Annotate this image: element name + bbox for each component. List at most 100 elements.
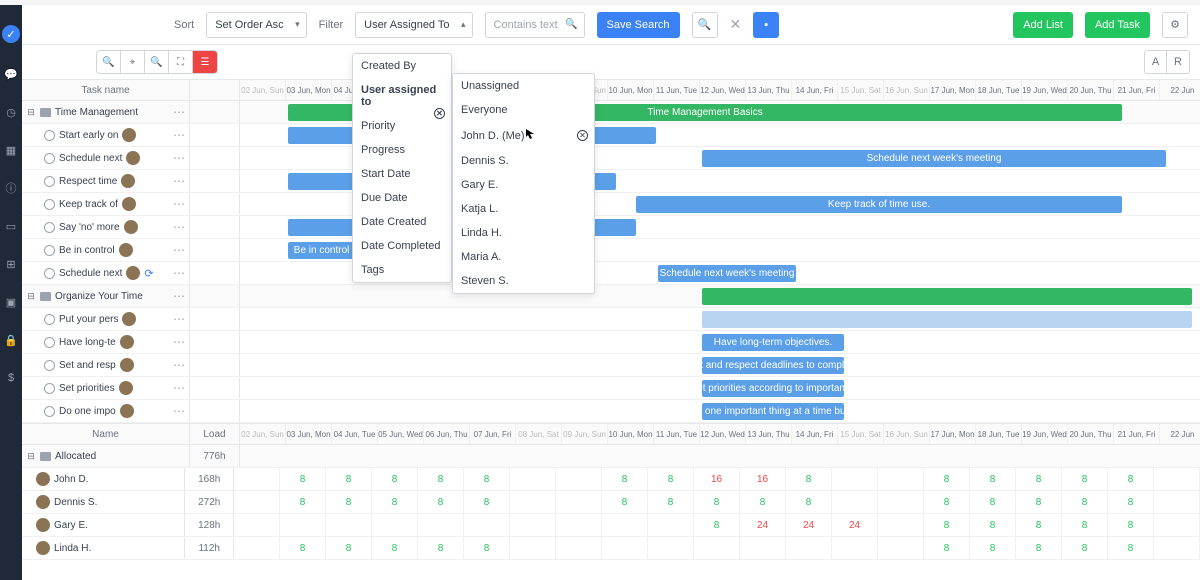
user-option[interactable]: Katja L.	[453, 197, 594, 221]
avatar[interactable]	[120, 335, 134, 349]
nav-folder-icon[interactable]: ▭	[4, 219, 18, 233]
status-circle-icon[interactable]	[44, 268, 55, 279]
nav-info-icon[interactable]: ⓘ	[4, 181, 18, 195]
nav-lock-icon[interactable]: 🔒	[4, 333, 18, 347]
avatar[interactable]	[120, 358, 134, 372]
search-toggle-icon[interactable]: 🔍	[692, 12, 718, 38]
more-icon[interactable]: ⋯	[173, 197, 185, 211]
status-circle-icon[interactable]	[44, 199, 55, 210]
avatar[interactable]	[36, 472, 50, 486]
task-bar[interactable]: Keep track of time use.	[636, 196, 1122, 213]
filter-option[interactable]: Date Completed	[353, 234, 451, 258]
status-circle-icon[interactable]	[44, 245, 55, 256]
more-icon[interactable]: ⋯	[173, 404, 185, 418]
filter-option[interactable]: Progress	[353, 138, 451, 162]
more-icon[interactable]: ⋯	[173, 220, 185, 234]
more-icon[interactable]: ⋯	[173, 128, 185, 142]
nav-check-icon[interactable]: ✓	[2, 25, 20, 43]
group-bar[interactable]	[702, 288, 1192, 305]
fullscreen-icon[interactable]: ⛶	[169, 51, 193, 73]
nav-contact-icon[interactable]: ▣	[4, 295, 18, 309]
task-bar[interactable]: Set priorities according to importance	[702, 380, 844, 397]
user-option[interactable]: John D. (Me)✕	[453, 122, 594, 149]
bookmark-icon[interactable]: ▪	[753, 12, 779, 38]
clear-option-icon[interactable]: ✕	[577, 130, 588, 141]
status-circle-icon[interactable]	[44, 176, 55, 187]
nav-calendar-icon[interactable]: ▦	[4, 143, 18, 157]
avatar[interactable]	[126, 266, 140, 280]
avatar[interactable]	[36, 541, 50, 555]
gear-icon[interactable]: ⚙	[1162, 12, 1188, 38]
search-input[interactable]: Contains text🔍	[485, 12, 585, 38]
avatar[interactable]	[122, 128, 136, 142]
user-option[interactable]: Everyone	[453, 98, 594, 122]
filter-select[interactable]: User Assigned To▴	[355, 12, 472, 38]
collapse-icon[interactable]: ⊟	[26, 451, 36, 462]
more-icon[interactable]: ⋯	[173, 266, 185, 280]
status-circle-icon[interactable]	[44, 406, 55, 417]
user-option[interactable]: Steven S.	[453, 269, 594, 293]
more-icon[interactable]: ⋯	[173, 243, 185, 257]
status-circle-icon[interactable]	[44, 222, 55, 233]
status-circle-icon[interactable]	[44, 383, 55, 394]
add-task-button[interactable]: Add Task	[1085, 12, 1150, 38]
avatar[interactable]	[122, 312, 136, 326]
avatar[interactable]	[119, 381, 133, 395]
filter-option[interactable]: User assigned to✕	[353, 78, 451, 114]
more-icon[interactable]: ⋯	[173, 381, 185, 395]
toggle-a[interactable]: A	[1145, 51, 1167, 73]
status-circle-icon[interactable]	[44, 130, 55, 141]
focus-icon[interactable]: ⌖	[121, 51, 145, 73]
status-circle-icon[interactable]	[44, 360, 55, 371]
collapse-icon[interactable]: ⊟	[26, 291, 36, 302]
status-circle-icon[interactable]	[44, 314, 55, 325]
task-bar[interactable]: Schedule next week's meeting	[658, 265, 796, 282]
avatar[interactable]	[122, 197, 136, 211]
filter-option[interactable]: Start Date	[353, 162, 451, 186]
task-bar[interactable]	[702, 311, 1192, 328]
toggle-r[interactable]: R	[1167, 51, 1189, 73]
avatar[interactable]	[36, 495, 50, 509]
avatar[interactable]	[126, 151, 140, 165]
filter-option[interactable]: Due Date	[353, 186, 451, 210]
more-icon[interactable]: ⋯	[173, 358, 185, 372]
user-option[interactable]: Linda H.	[453, 221, 594, 245]
filter-option[interactable]: Date Created	[353, 210, 451, 234]
save-search-button[interactable]: Save Search	[597, 12, 680, 38]
task-bar[interactable]: Do one important thing at a time but n	[702, 403, 844, 420]
clear-icon[interactable]: ✕	[730, 16, 742, 33]
avatar[interactable]	[119, 243, 133, 257]
user-option[interactable]: Gary E.	[453, 173, 594, 197]
avatar[interactable]	[124, 220, 138, 234]
avatar[interactable]	[36, 518, 50, 532]
more-icon[interactable]: ⋯	[173, 335, 185, 349]
more-icon[interactable]: ⋯	[173, 174, 185, 188]
nav-dollar-icon[interactable]: $	[4, 371, 18, 385]
task-bar[interactable]: Schedule next week's meeting	[702, 150, 1166, 167]
status-circle-icon[interactable]	[44, 337, 55, 348]
more-icon[interactable]: ⋯	[173, 312, 185, 326]
task-bar[interactable]: Set and respect deadlines to complete	[702, 357, 844, 374]
nav-chat-icon[interactable]: 💬	[4, 67, 18, 81]
user-option[interactable]: Dennis S.	[453, 149, 594, 173]
filter-option[interactable]: Tags	[353, 258, 451, 282]
list-view-icon[interactable]: ☰	[193, 51, 217, 73]
filter-option[interactable]: Priority	[353, 114, 451, 138]
collapse-icon[interactable]: ⊟	[26, 107, 36, 118]
avatar[interactable]	[121, 174, 135, 188]
filter-option[interactable]: Created By	[353, 54, 451, 78]
task-bar[interactable]: Have long-term objectives.	[702, 334, 844, 351]
nav-clock-icon[interactable]: ◷	[4, 105, 18, 119]
avatar[interactable]	[120, 404, 134, 418]
more-icon[interactable]: ⋯	[173, 151, 185, 165]
nav-grid-icon[interactable]: ⊞	[4, 257, 18, 271]
zoom-out-icon[interactable]: 🔍	[145, 51, 169, 73]
more-icon[interactable]: ⋯	[173, 289, 185, 303]
sort-select[interactable]: Set Order Asc▾	[206, 12, 306, 38]
add-list-button[interactable]: Add List	[1013, 12, 1073, 38]
more-icon[interactable]: ⋯	[173, 105, 185, 119]
zoom-search-icon[interactable]: 🔍	[97, 51, 121, 73]
user-option[interactable]: Maria A.	[453, 245, 594, 269]
user-option[interactable]: Unassigned	[453, 74, 594, 98]
status-circle-icon[interactable]	[44, 153, 55, 164]
